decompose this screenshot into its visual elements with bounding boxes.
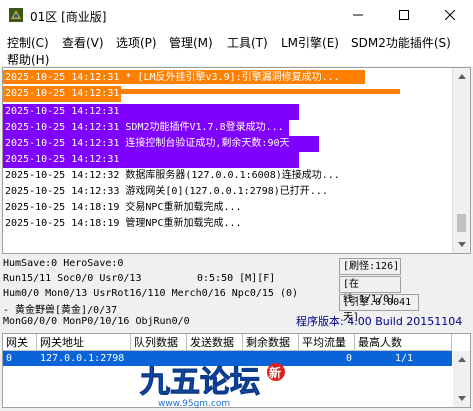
status-uptime: 0:5:50 [M][F]	[197, 273, 276, 284]
scroll-up-button[interactable]	[453, 68, 470, 85]
column-header[interactable]: 网关地址	[37, 334, 131, 351]
chevron-up-icon	[457, 357, 466, 362]
watermark-url: www.95gm.com	[158, 399, 230, 408]
column-header[interactable]: 网关	[3, 334, 37, 351]
chevron-down-icon	[457, 396, 466, 401]
forum-watermark-logo: 九五论坛 新 www.95gm.com	[138, 362, 338, 409]
log-line: 2025-10-25 14:12:31 SDM2功能插件V1.7.8登录成功..…	[5, 122, 284, 133]
log-line: 2025-10-25 14:18:19 交易NPC重新加载完成...	[5, 202, 242, 213]
refresh-counter: [刷怪:126]	[339, 258, 401, 275]
online-counter: [在线:1/1/0]	[339, 276, 401, 305]
minimize-icon	[353, 14, 363, 16]
title-bar: 01区 [商业版]	[0, 0, 473, 30]
log-panel[interactable]: 2025-10-25 14:12:31 * [LM反外挂引擎v3.9]:引擎漏洞…	[2, 67, 471, 254]
chevron-down-icon	[457, 242, 466, 247]
menu-control[interactable]: 控制(C)	[7, 34, 49, 51]
scroll-down-button[interactable]	[453, 236, 470, 253]
log-line: 2025-10-25 14:12:33 游戏网关[0](127.0.0.1:27…	[5, 186, 328, 197]
column-header[interactable]: 发送数据	[187, 334, 243, 351]
chevron-up-icon	[457, 74, 466, 79]
watermark-badge: 新	[269, 365, 281, 380]
status-mon-groups: MonG0/0/0 MonP0/10/16 ObjRun0/0	[3, 316, 190, 327]
scroll-thumb[interactable]	[457, 214, 466, 232]
column-header[interactable]: 平均流量	[299, 334, 355, 351]
program-version: 程序版本: 4.00 Build 20151104	[296, 315, 463, 328]
maximize-icon	[399, 10, 409, 20]
column-header[interactable]: 最高人数	[355, 334, 452, 351]
log-line: 2025-10-25 14:12:31	[5, 154, 120, 165]
log-line: 2025-10-25 14:12:31	[5, 88, 120, 99]
table-cell: 0	[346, 353, 353, 364]
close-icon	[445, 10, 455, 20]
game-app-icon	[9, 8, 23, 22]
table-cell: 1/1	[395, 353, 414, 364]
status-run: Run15/11 Soc0/0 Usr0/13	[3, 273, 142, 284]
menu-bar: 控制(C) 查看(V) 选项(P) 管理(M) 工具(T) LM引擎(E) SD…	[0, 30, 473, 68]
scroll-down-button[interactable]	[453, 390, 470, 407]
log-line: 2025-10-25 14:12:32 数据库服务器(127.0.0.1:600…	[5, 170, 340, 181]
maximize-button[interactable]	[381, 0, 427, 30]
log-line: 2025-10-25 14:12:31 连接控制台验证成功,剩余天数:90天	[5, 138, 290, 149]
engine-days: [引擎.0.0041天]	[339, 294, 419, 323]
menu-view[interactable]: 查看(V)	[62, 34, 104, 51]
log-scrollbar[interactable]	[452, 68, 470, 253]
menu-manage[interactable]: 管理(M)	[169, 34, 213, 51]
watermark-graphic: 九五论坛 新 www.95gm.com	[140, 363, 285, 409]
close-button[interactable]	[427, 0, 473, 30]
menu-tools[interactable]: 工具(T)	[227, 34, 268, 51]
scroll-up-button[interactable]	[453, 351, 470, 368]
status-save: HumSave:0 HeroSave:0	[3, 258, 124, 269]
status-hum: Hum0/0 Mon0/13 UsrRot16/110 Merch0/16 Np…	[3, 288, 299, 299]
menu-lm-engine[interactable]: LM引擎(E)	[281, 34, 339, 51]
table-cell: 0	[6, 353, 13, 364]
column-header[interactable]: 剩余数据	[243, 334, 299, 351]
column-header[interactable]: 队列数据	[131, 334, 187, 351]
menu-options[interactable]: 选项(P)	[116, 34, 157, 51]
log-line: 2025-10-25 14:12:31 * [LM反外挂引擎v3.9]:引擎漏洞…	[5, 72, 340, 83]
menu-help[interactable]: 帮助(H)	[7, 51, 49, 68]
watermark-text: 九五论坛	[140, 365, 260, 400]
menu-sdm2-plugin[interactable]: SDM2功能插件(S)	[351, 34, 451, 51]
minimize-button[interactable]	[335, 0, 381, 30]
table-cell: 127.0.0.1:2798	[40, 353, 125, 364]
log-line: 2025-10-25 14:18:19 管理NPC重新加载完成...	[5, 218, 242, 229]
window-title: 01区 [商业版]	[30, 10, 107, 24]
status-monster: - 黄金野兽[黄金]/0/37	[3, 305, 118, 316]
log-line: 2025-10-25 14:12:31	[5, 106, 120, 117]
table-scrollbar[interactable]	[453, 351, 470, 407]
